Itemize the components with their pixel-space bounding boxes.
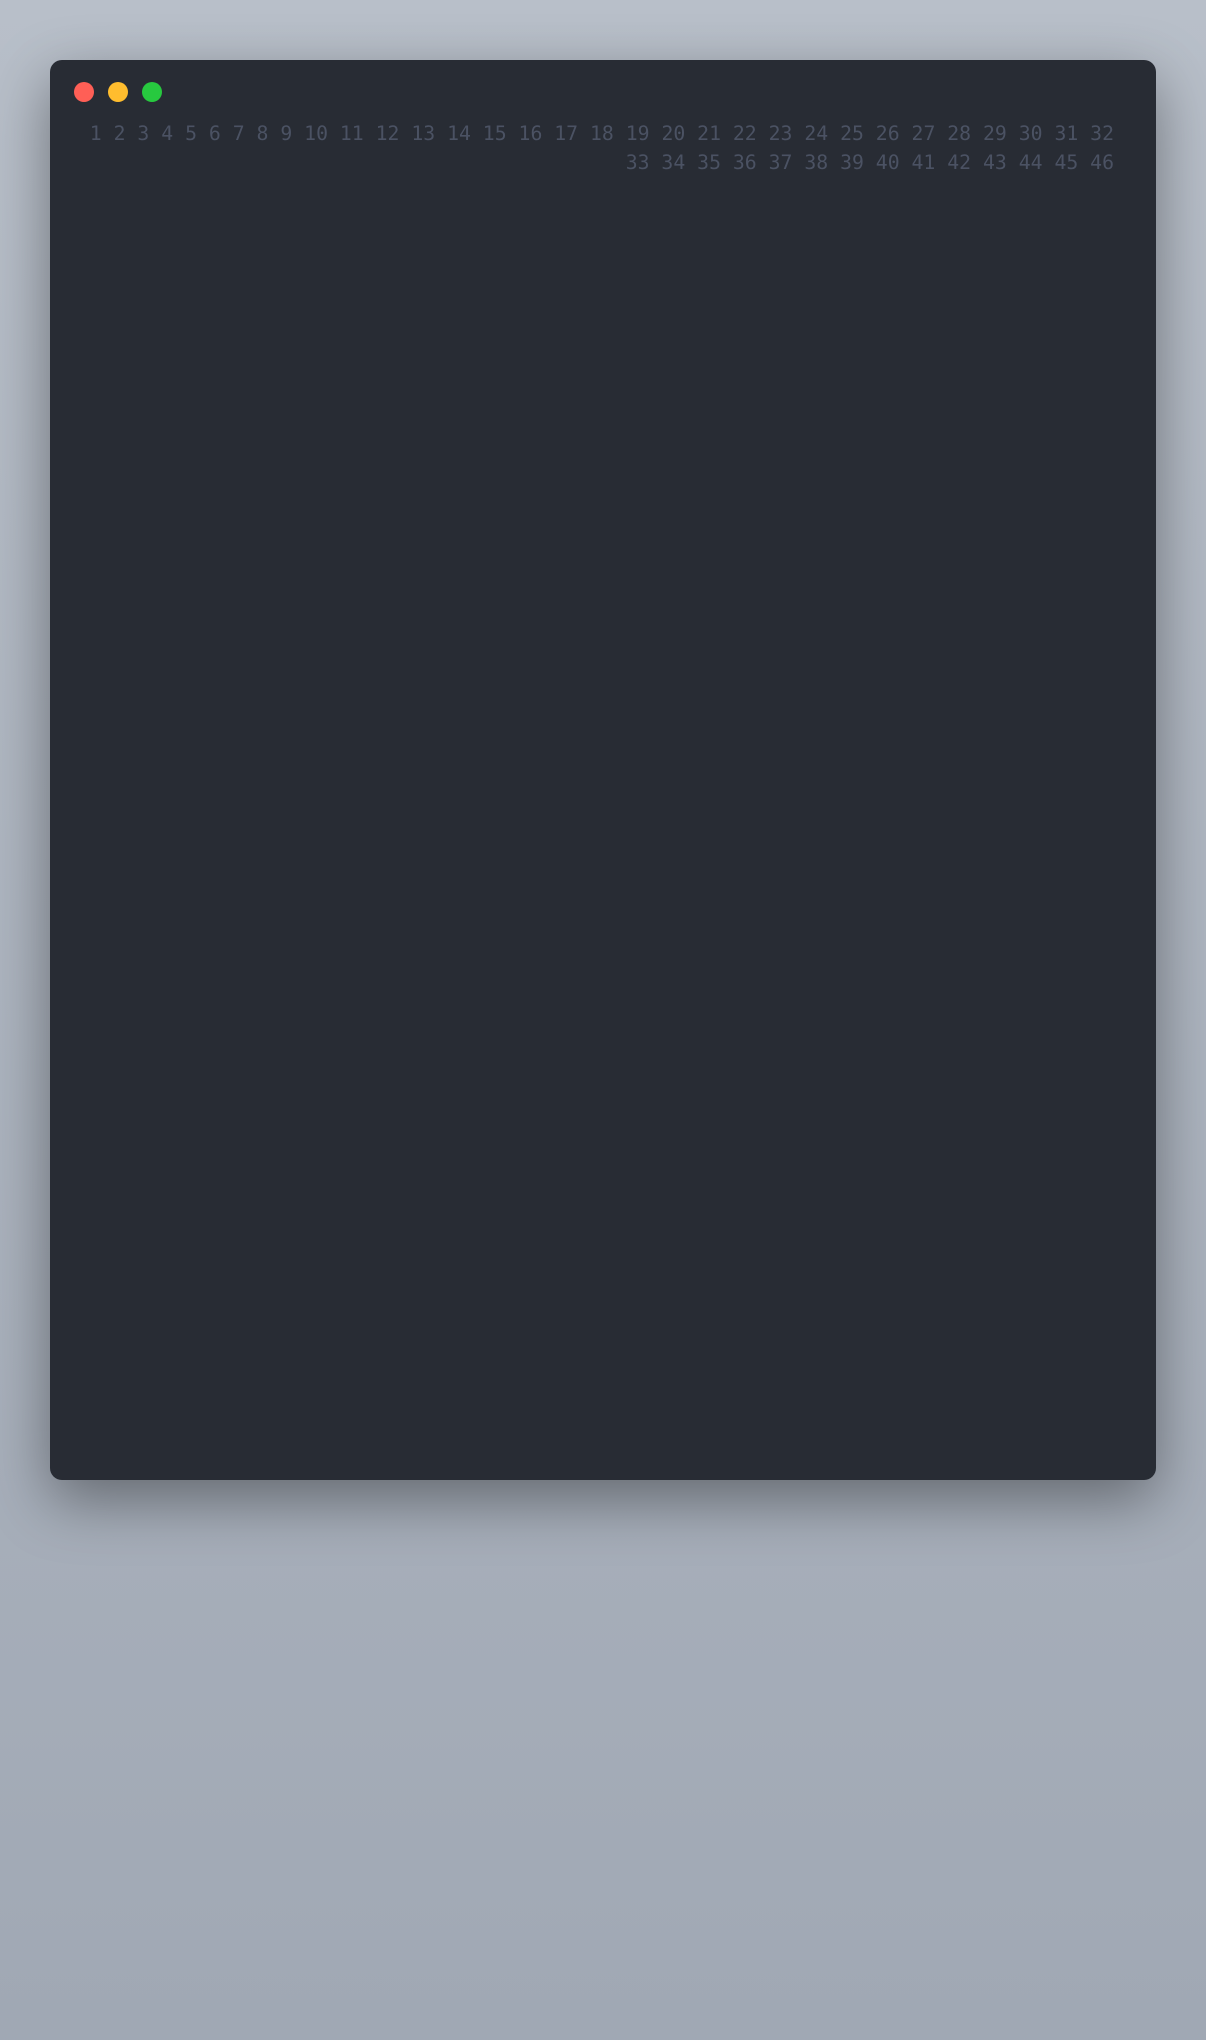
maximize-icon[interactable] [142,82,162,102]
code-window: 1 2 3 4 5 6 7 8 9 10 11 12 13 14 15 16 1… [50,60,1156,1480]
code-editor[interactable]: 1 2 3 4 5 6 7 8 9 10 11 12 13 14 15 16 1… [50,114,1156,1480]
close-icon[interactable] [74,82,94,102]
minimize-icon[interactable] [108,82,128,102]
line-number-gutter: 1 2 3 4 5 6 7 8 9 10 11 12 13 14 15 16 1… [50,120,1132,1440]
window-titlebar [50,60,1156,114]
